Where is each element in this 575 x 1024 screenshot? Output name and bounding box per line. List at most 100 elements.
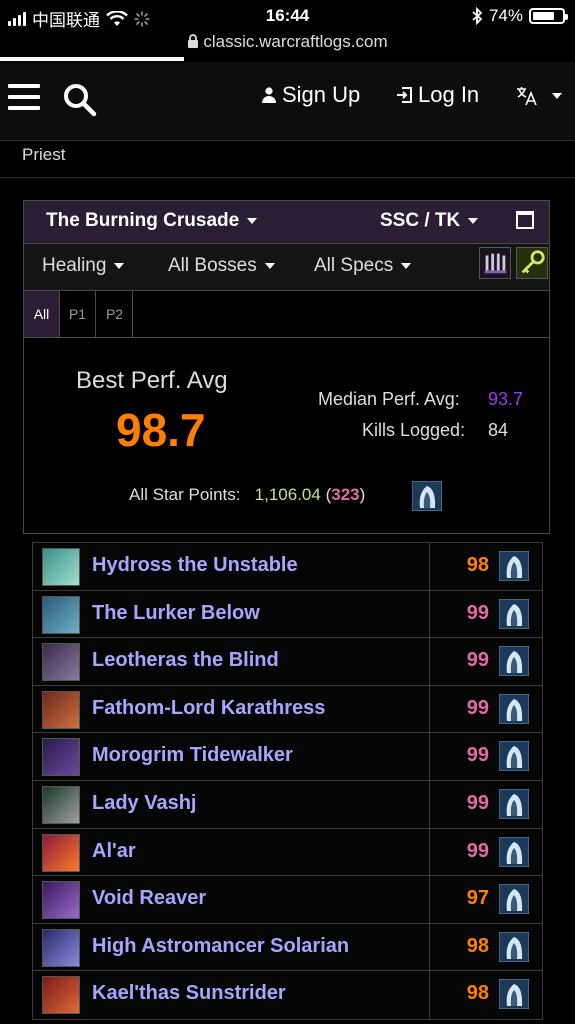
boss-score: 98 <box>466 982 489 1005</box>
priest-class-icon <box>412 481 442 511</box>
median-perf-label: Median Perf. Avg: <box>318 389 460 409</box>
spec-filter-label: All Specs <box>314 255 394 276</box>
table-row[interactable]: High Astromancer Solarian 98 <box>33 923 542 972</box>
table-row[interactable]: Leotheras the Blind 99 <box>33 638 542 686</box>
boss-score: 98 <box>466 934 489 957</box>
all-star-points: All Star Points: 1,106.04 (323) <box>129 485 365 505</box>
boss-portrait <box>42 833 80 872</box>
priest-class-icon[interactable] <box>499 884 529 915</box>
paren-close: ) <box>359 485 366 504</box>
expansion-dropdown[interactable]: The Burning Crusade <box>46 210 258 232</box>
chevron-down-icon <box>468 217 479 224</box>
boss-dropdown[interactable]: All Bosses <box>168 255 275 277</box>
column-divider <box>429 780 430 828</box>
boss-portrait <box>42 595 80 634</box>
filter-row: Healing All Bosses All Specs <box>24 244 549 291</box>
table-row[interactable]: Void Reaver 97 <box>33 876 542 924</box>
table-row[interactable]: Lady Vashj 99 <box>33 780 542 829</box>
tab-p2[interactable]: P2 <box>97 291 133 337</box>
chevron-down-icon <box>552 93 562 99</box>
column-divider <box>429 828 430 876</box>
table-row[interactable]: Fathom-Lord Karathress 99 <box>33 685 542 734</box>
menu-icon[interactable] <box>8 84 40 110</box>
sign-up-link[interactable]: Sign Up <box>262 82 360 108</box>
boss-name[interactable]: Fathom-Lord Karathress <box>92 697 325 720</box>
table-row[interactable]: Al'ar 99 <box>33 828 542 877</box>
person-icon <box>262 87 276 103</box>
status-bar: 中国联通 16:44 74% classic.warcraftlogs.com <box>0 0 575 62</box>
battery-icon <box>529 8 568 24</box>
boss-rankings-table: Hydross the Unstable 98 The Lurker Below 99… <box>32 542 543 1020</box>
url-text: classic.warcraftlogs.com <box>203 32 388 51</box>
translate-icon <box>517 87 537 106</box>
table-row[interactable]: Hydross the Unstable 98 <box>33 543 542 591</box>
table-row[interactable]: The Lurker Below 99 <box>33 590 542 639</box>
priest-class-icon[interactable] <box>499 598 529 629</box>
priest-class-icon[interactable] <box>499 693 529 724</box>
table-row[interactable]: Morogrim Tidewalker 99 <box>33 733 542 781</box>
boss-name[interactable]: Morogrim Tidewalker <box>92 744 293 767</box>
priest-class-icon[interactable] <box>499 741 529 772</box>
boss-score: 98 <box>466 554 489 576</box>
boss-name[interactable]: The Lurker Below <box>92 602 260 625</box>
priest-class-icon[interactable] <box>499 836 529 867</box>
language-dropdown[interactable] <box>516 86 562 106</box>
url-bar[interactable]: classic.warcraftlogs.com <box>0 32 575 52</box>
priest-class-icon[interactable] <box>499 931 529 962</box>
all-star-points-value: 1,106.04 <box>254 485 321 504</box>
boss-score: 99 <box>466 696 489 719</box>
zone-dropdown[interactable]: SSC / TK <box>380 210 479 232</box>
boss-portrait <box>42 976 80 1015</box>
page-load-progress <box>0 57 184 61</box>
rankings-panel: The Burning Crusade SSC / TK Healing All… <box>23 200 550 534</box>
column-divider <box>429 543 430 590</box>
tab-p1[interactable]: P1 <box>60 291 96 337</box>
boss-name[interactable]: Al'ar <box>92 840 136 863</box>
boss-portrait <box>42 548 80 586</box>
spec-dropdown[interactable]: All Specs <box>314 255 412 277</box>
key-icon[interactable] <box>516 247 548 279</box>
panel-header: The Burning Crusade SSC / TK <box>24 201 549 244</box>
boss-name[interactable]: Leotheras the Blind <box>92 649 279 672</box>
boss-name[interactable]: Void Reaver <box>92 887 206 910</box>
battery-percent: 74% <box>488 6 523 25</box>
log-in-label: Log In <box>418 82 480 107</box>
log-in-link[interactable]: Log In <box>396 82 479 108</box>
breadcrumb-class[interactable]: Priest <box>22 145 65 165</box>
metric-dropdown[interactable]: Healing <box>42 255 125 277</box>
lock-icon <box>188 34 199 48</box>
boss-portrait <box>42 738 80 777</box>
metric-label: Healing <box>42 255 107 276</box>
tab-all[interactable]: All <box>24 291 60 337</box>
breadcrumb: Priest <box>0 141 575 178</box>
phase-tabs: All P1 P2 <box>24 291 549 338</box>
boss-portrait <box>42 690 80 729</box>
boss-portrait <box>42 785 80 824</box>
all-star-label: All Star Points: <box>129 485 241 504</box>
priest-class-icon[interactable] <box>499 979 529 1010</box>
boss-name[interactable]: Hydross the Unstable <box>92 554 298 577</box>
boss-score: 99 <box>466 601 489 624</box>
column-divider <box>429 638 430 685</box>
priest-class-icon[interactable] <box>499 646 529 677</box>
sign-up-label: Sign Up <box>282 82 361 107</box>
site-navbar: Sign Up Log In <box>0 62 575 141</box>
priest-class-icon[interactable] <box>499 788 529 819</box>
table-row[interactable]: Kael'thas Sunstrider 98 <box>33 971 542 1019</box>
best-perf-label: Best Perf. Avg <box>76 367 228 394</box>
priest-class-icon[interactable] <box>499 551 529 581</box>
boss-name[interactable]: Kael'thas Sunstrider <box>92 982 286 1005</box>
maximize-icon[interactable] <box>516 211 534 229</box>
column-divider <box>429 923 430 971</box>
boss-name[interactable]: High Astromancer Solarian <box>92 935 349 958</box>
column-divider <box>429 971 430 1019</box>
boss-score: 99 <box>466 791 489 814</box>
column-divider <box>429 876 430 923</box>
boss-filter-label: All Bosses <box>168 255 257 276</box>
boss-name[interactable]: Lady Vashj <box>92 792 197 815</box>
chevron-down-icon <box>401 262 412 269</box>
raid-size-icon[interactable] <box>479 247 511 279</box>
boss-score: 99 <box>466 649 489 672</box>
search-icon[interactable] <box>62 82 98 118</box>
column-divider <box>429 590 430 638</box>
